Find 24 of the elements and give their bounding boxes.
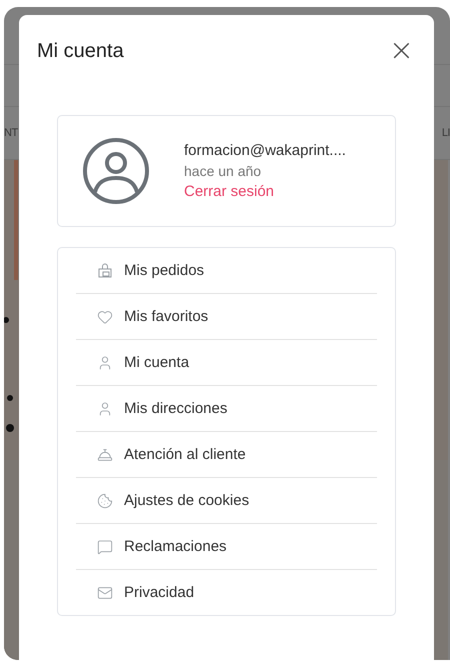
- backdrop-text: NT: [4, 126, 18, 139]
- cookie-icon: [97, 492, 113, 508]
- mail-icon: [97, 584, 113, 600]
- menu-item[interactable]: Privacidad: [76, 569, 377, 615]
- chat-icon: [97, 538, 113, 554]
- bell-icon: [97, 446, 113, 462]
- account-email: formacion@wakaprint....: [184, 142, 346, 159]
- menu-item[interactable]: Atención al cliente: [76, 431, 377, 477]
- heart-icon: [97, 308, 113, 324]
- menu-item[interactable]: Mis favoritos: [76, 293, 377, 339]
- user-icon: [97, 354, 113, 370]
- menu-item[interactable]: Reclamaciones: [76, 523, 377, 569]
- user-icon: [97, 400, 113, 416]
- menu-item[interactable]: Mi cuenta: [76, 339, 377, 385]
- bag-icon: [97, 262, 113, 278]
- account-age: hace un año: [184, 163, 262, 179]
- menu-item[interactable]: Ajustes de cookies: [76, 477, 377, 523]
- avatar-icon: [82, 137, 150, 205]
- close-button[interactable]: ×: [386, 39, 416, 63]
- menu-item[interactable]: Mis pedidos: [76, 248, 377, 293]
- menu-item[interactable]: Mis direcciones: [76, 385, 377, 431]
- dialog-title: Mi cuenta: [37, 40, 124, 62]
- logout-link[interactable]: Cerrar sesión: [184, 183, 346, 200]
- backdrop-text: LI: [442, 126, 450, 139]
